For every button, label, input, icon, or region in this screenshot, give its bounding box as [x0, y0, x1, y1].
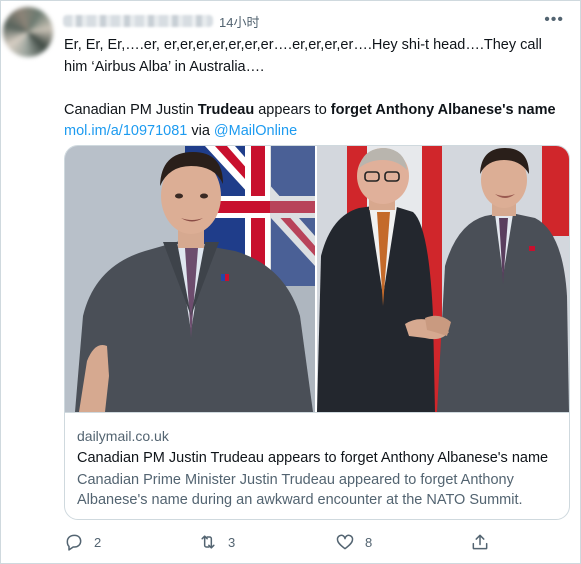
short-link[interactable]: mol.im/a/10971081	[64, 123, 187, 139]
mention-link[interactable]: @MailOnline	[214, 123, 297, 139]
link-card[interactable]: dailymail.co.uk Canadian PM Justin Trude…	[64, 145, 570, 520]
tweet-text: Er, Er, Er,….er, er,er,er,er,er,er,er….e…	[64, 35, 574, 143]
headline-text-mid: appears to	[254, 101, 331, 118]
photo-trudeau-speaking	[65, 146, 315, 412]
headline-text: Canadian PM Justin	[64, 101, 198, 118]
like-button[interactable]: 8	[335, 532, 372, 552]
reply-count: 2	[94, 534, 102, 550]
retweet-button[interactable]: 3	[198, 532, 235, 552]
photo-handshake-illustration	[317, 146, 569, 412]
share-icon	[472, 534, 488, 550]
heart-icon	[336, 534, 354, 550]
reply-icon	[66, 534, 82, 551]
action-bar: 2 3 8	[64, 527, 544, 557]
retweet-count: 3	[228, 534, 236, 550]
more-options-icon[interactable]: •••	[544, 11, 564, 29]
card-image[interactable]	[65, 146, 569, 412]
retweet-icon	[201, 535, 215, 549]
card-meta[interactable]: dailymail.co.uk Canadian PM Justin Trude…	[65, 412, 569, 519]
tweet-container: 14小时 ••• Er, Er, Er,….er, er,er,er,er,er…	[0, 0, 581, 564]
tweet-line-1: Er, Er, Er,….er, er,er,er,er,er,er,er….e…	[64, 37, 542, 53]
headline-bold-trudeau: Trudeau	[197, 101, 255, 118]
card-title: Canadian PM Justin Trudeau appears to fo…	[77, 450, 549, 466]
share-button[interactable]	[470, 532, 490, 552]
via-text: via	[187, 123, 214, 139]
avatar[interactable]	[3, 7, 53, 57]
card-domain: dailymail.co.uk	[77, 428, 169, 444]
like-count: 8	[365, 534, 373, 550]
timestamp[interactable]: 14小时	[219, 12, 259, 31]
card-description: Canadian Prime Minister Justin Trudeau a…	[77, 472, 523, 508]
photo-trudeau-speaking-illustration	[65, 146, 315, 412]
user-name-redacted[interactable]	[63, 15, 213, 27]
reply-button[interactable]: 2	[64, 532, 101, 552]
tweet-header: 14小时 •••	[63, 11, 570, 31]
photo-handshake	[317, 146, 569, 412]
headline-bold-name: forget Anthony Albanese's name	[330, 101, 556, 118]
tweet-line-2: him ‘Airbus Alba’ in Australia….	[64, 58, 265, 75]
